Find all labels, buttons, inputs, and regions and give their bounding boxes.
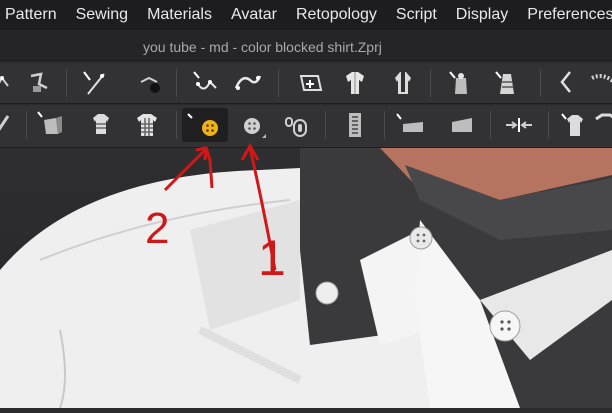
menu-bar: Pattern Sewing Materials Avatar Retopolo… <box>0 0 612 30</box>
menu-sewing[interactable]: Sewing <box>66 6 137 24</box>
pin-icon[interactable] <box>86 110 116 140</box>
toolbar-row-2 <box>0 105 612 148</box>
title-bar: you tube - md - color blocked shirt.Zprj <box>0 30 612 61</box>
button-icon <box>202 120 218 136</box>
segment-sewing-icon[interactable] <box>135 68 165 98</box>
simulation-icon[interactable] <box>296 68 326 98</box>
placed-button <box>315 281 339 305</box>
collar-button <box>409 226 433 250</box>
menu-display[interactable]: Display <box>446 6 517 24</box>
trim-icon[interactable] <box>395 110 425 140</box>
avatar-measure-icon[interactable] <box>388 68 418 98</box>
trim-edit-icon[interactable] <box>448 110 478 140</box>
fold-tool-icon[interactable] <box>560 110 590 140</box>
gather-icon[interactable] <box>504 110 534 140</box>
button-tool[interactable] <box>182 108 228 142</box>
menu-materials[interactable]: Materials <box>138 6 222 24</box>
puckering-icon[interactable] <box>0 110 22 140</box>
transform-pattern-icon[interactable] <box>0 68 20 98</box>
menu-pattern[interactable]: Pattern <box>0 6 66 24</box>
fold-arrangement-icon[interactable] <box>232 68 262 98</box>
select-button-tool[interactable] <box>236 108 270 142</box>
menu-avatar[interactable]: Avatar <box>221 6 286 24</box>
free-sewing-icon[interactable] <box>190 68 220 98</box>
window-title: you tube - md - color blocked shirt.Zprj <box>143 39 382 55</box>
edit-graphic-icon[interactable] <box>556 68 586 98</box>
garment-render <box>0 148 612 408</box>
hanger-icon[interactable] <box>132 110 162 140</box>
menu-script[interactable]: Script <box>386 6 446 24</box>
collar-point-button <box>489 310 521 342</box>
garment-fit-icon[interactable] <box>340 68 370 98</box>
buttonhole-icon[interactable] <box>282 110 312 140</box>
tape-measure-icon[interactable] <box>446 68 476 98</box>
shirt-tool-icon[interactable] <box>592 110 612 140</box>
zipper-icon[interactable] <box>340 110 370 140</box>
3d-viewport[interactable] <box>0 148 612 408</box>
select-arrow-icon <box>187 113 193 119</box>
tacking-icon[interactable] <box>36 110 66 140</box>
edit-curvature-icon[interactable] <box>80 68 110 98</box>
edit-pattern-icon[interactable] <box>25 68 55 98</box>
toolbar-row-1 <box>0 63 612 104</box>
select-button-icon <box>244 118 260 134</box>
menu-preferences[interactable]: Preferences <box>518 6 612 24</box>
menu-retopology[interactable]: Retopology <box>286 6 386 24</box>
topstitch-icon[interactable] <box>590 68 612 98</box>
select-texture-icon[interactable] <box>492 68 522 98</box>
